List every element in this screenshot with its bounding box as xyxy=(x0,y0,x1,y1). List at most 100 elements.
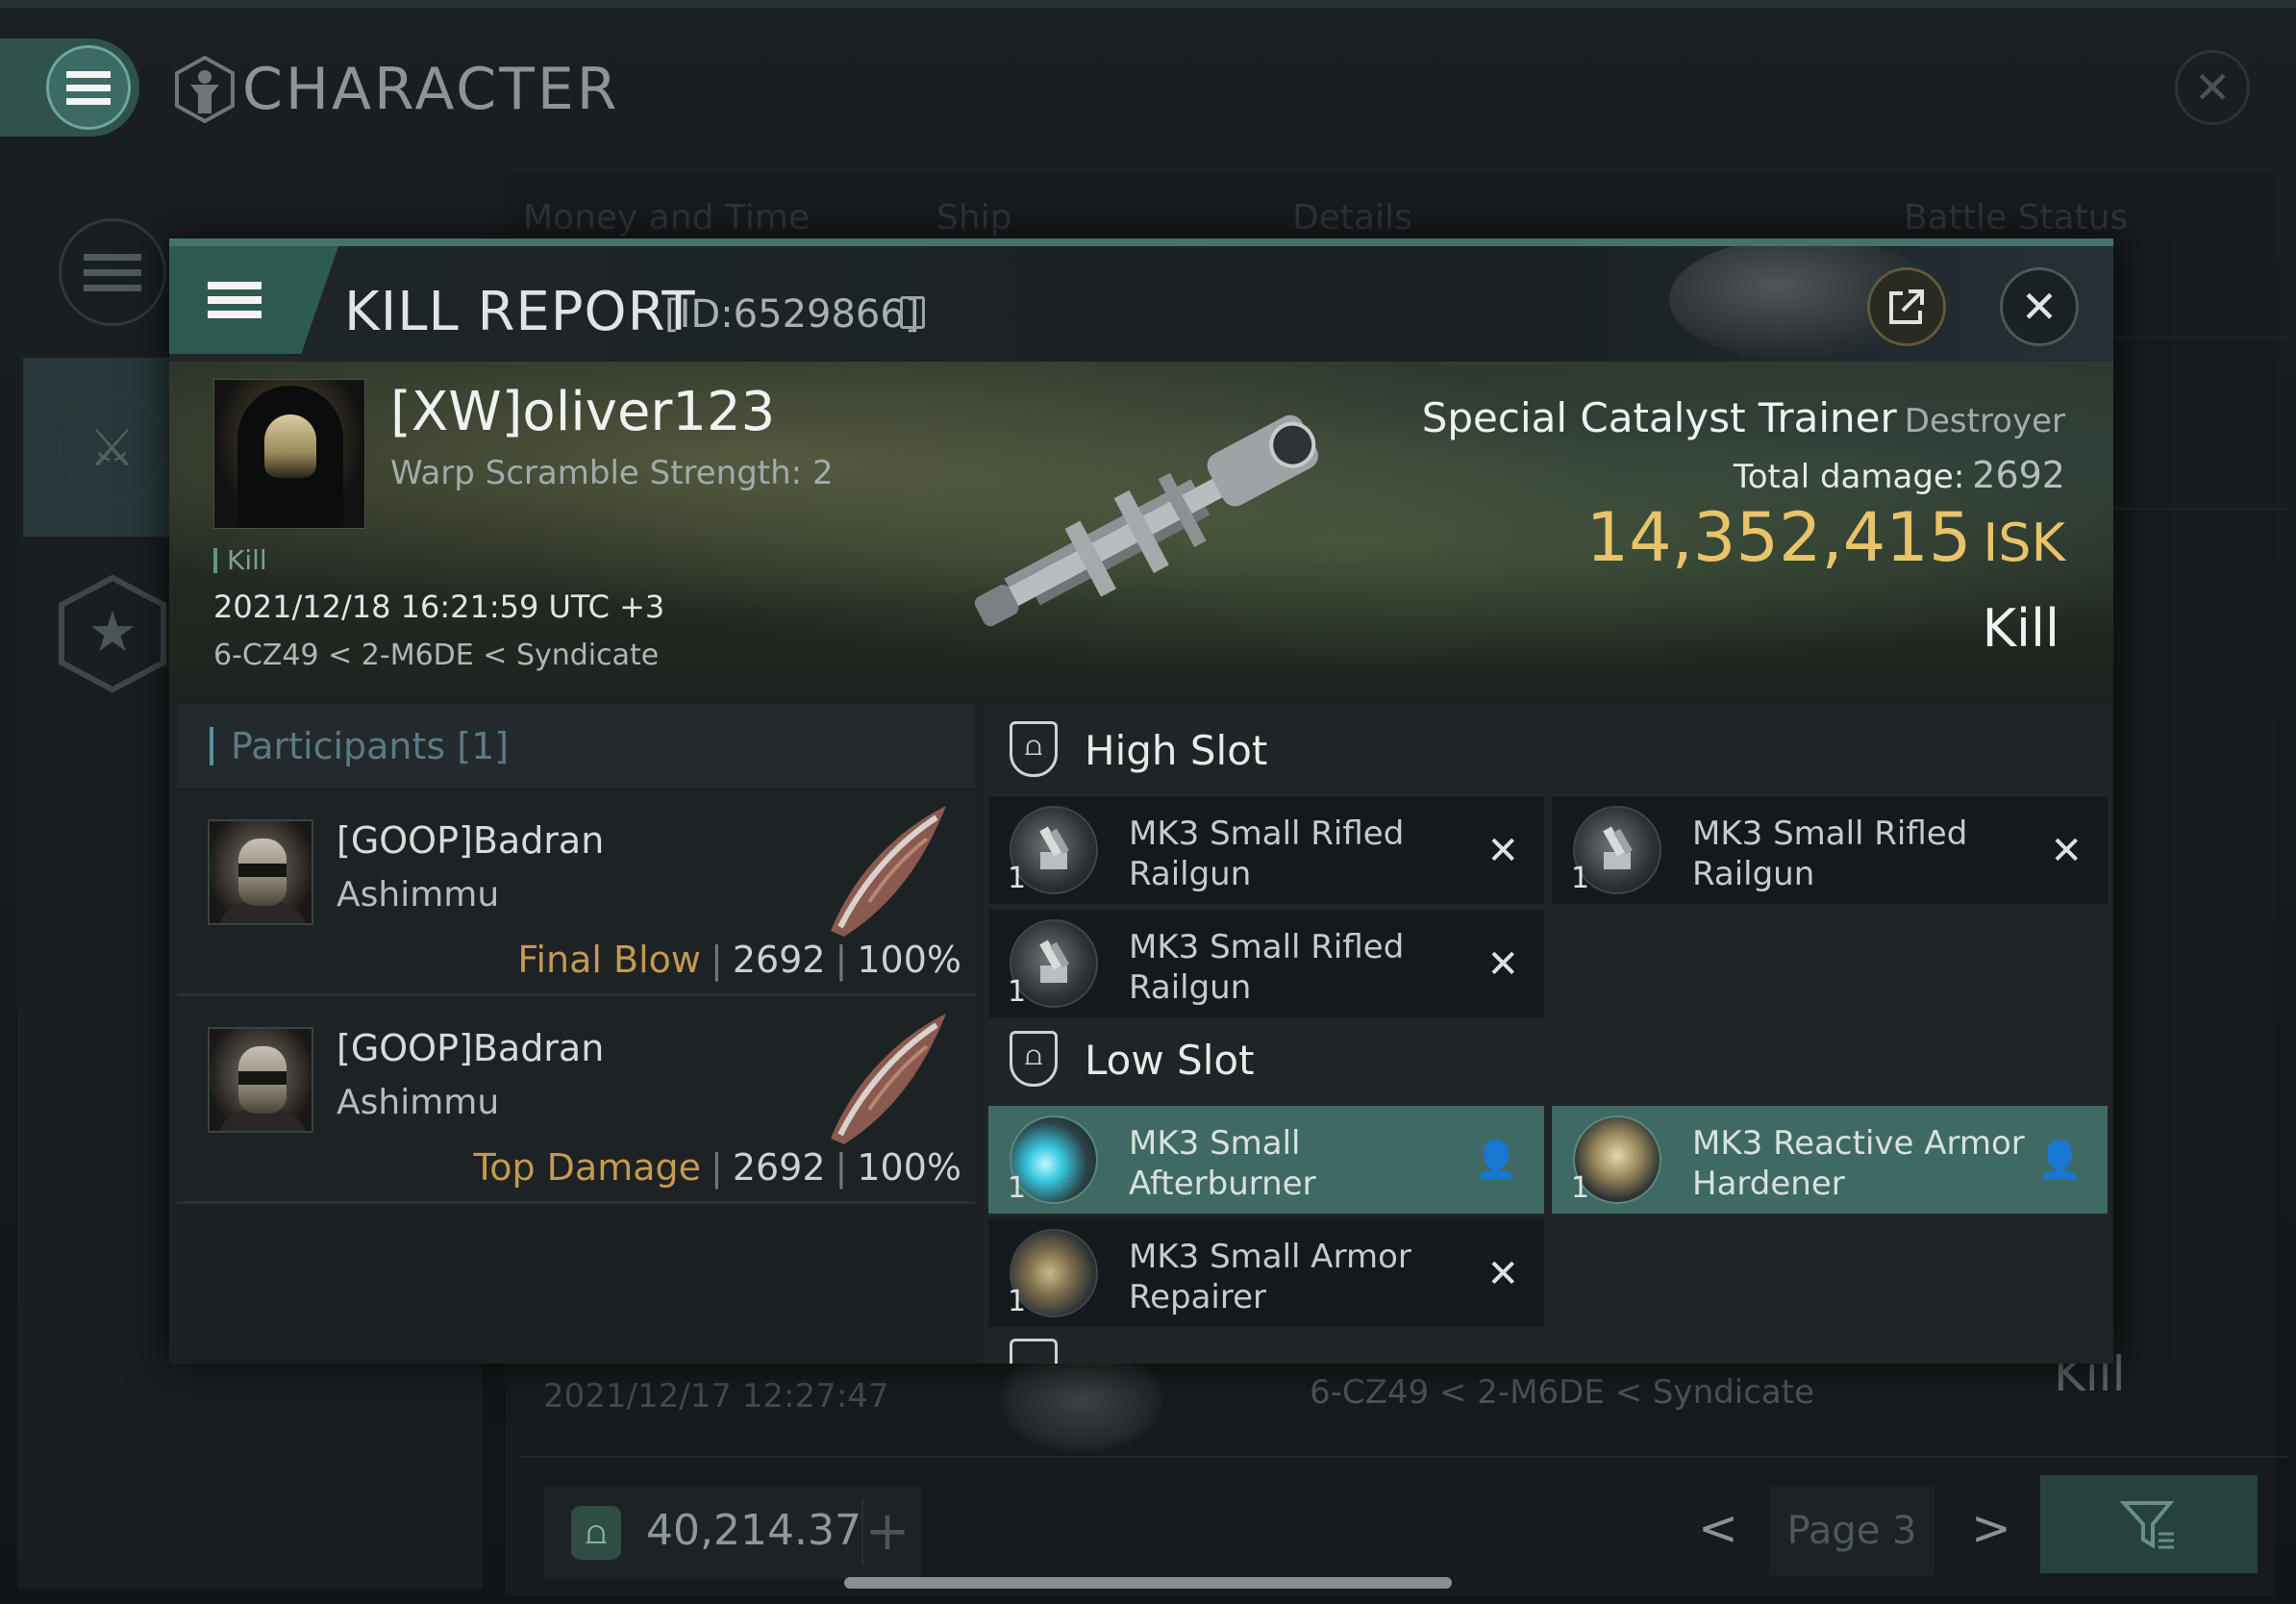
main-menu-button[interactable] xyxy=(0,38,139,137)
victim-ship-name[interactable]: Special Catalyst Trainer Destroyer xyxy=(1422,394,2065,441)
high-slot-label: High Slot xyxy=(1085,727,1268,774)
module-qty: 1 xyxy=(1008,1171,1027,1205)
low-slot-header: ⩍ Low Slot xyxy=(983,1014,2113,1100)
victim-portrait[interactable] xyxy=(213,379,365,529)
victim-ship-image xyxy=(974,414,1319,627)
dialog-close-button[interactable]: ✕ xyxy=(2000,267,2079,346)
header-battle-status[interactable]: Battle Status xyxy=(1904,198,2128,238)
filter-icon xyxy=(2120,1501,2175,1549)
total-damage: Total damage: 2692 xyxy=(1734,454,2065,496)
participant-stats: Top Damage | 2692 | 100% xyxy=(473,1146,961,1189)
close-icon: ✕ xyxy=(2020,281,2059,333)
prev-page-button[interactable]: < xyxy=(1698,1500,1738,1556)
module-item[interactable]: 1 MK3 Reactive Armor Hardener 👤 xyxy=(1552,1106,2108,1214)
participant-row[interactable]: [GOOP]Badran Ashimmu Top Damage | 2692 | 100… xyxy=(177,998,975,1204)
victim-banner: [XW]oliver123 Warp Scramble Strength: 2 … xyxy=(169,362,2113,696)
participant-role: Top Damage xyxy=(473,1146,702,1189)
next-page-button[interactable]: > xyxy=(1971,1500,2011,1556)
module-qty: 1 xyxy=(1571,1171,1590,1205)
module-name: MK3 Small Afterburner xyxy=(1129,1124,1316,1203)
destroyed-icon: ✕ xyxy=(1486,942,1519,987)
participants-title[interactable]: Participants [1] xyxy=(210,727,509,765)
header-money-time[interactable]: Money and Time xyxy=(523,198,810,238)
row-date: 2021/12/17 12:27:47 xyxy=(543,1377,889,1416)
hamburger-icon xyxy=(66,70,111,105)
module-item[interactable]: 1 MK3 Small Afterburner 👤 xyxy=(988,1106,1544,1214)
header-details[interactable]: Details xyxy=(1292,198,1412,238)
star-hexagon-icon: ★ xyxy=(58,574,166,693)
kill-location: 6-CZ49 < 2-M6DE < Syndicate xyxy=(213,639,660,672)
result-label: Kill xyxy=(1982,598,2059,659)
isk-unit: ISK xyxy=(1983,513,2065,573)
high-slot-icon: ⩍ xyxy=(1010,721,1058,777)
module-qty: 1 xyxy=(1008,975,1027,1009)
destroyed-icon: ✕ xyxy=(2050,829,2083,873)
fitting-panel: ⩍ High Slot 1 MK3 Small Rifled Railgun ✕… xyxy=(983,704,2113,1364)
copy-icon[interactable] xyxy=(900,296,925,329)
participant-portrait[interactable] xyxy=(208,819,313,925)
external-link-icon xyxy=(1889,289,1924,324)
warp-scramble-strength: Warp Scramble Strength: 2 xyxy=(390,454,834,492)
module-qty: 1 xyxy=(1008,1285,1027,1318)
svg-text:★: ★ xyxy=(87,599,137,664)
isk-value: 14,352,415 ISK xyxy=(1586,498,2065,577)
report-id: [ID:6529866] xyxy=(664,292,920,337)
participant-role: Final Blow xyxy=(517,939,702,981)
hamburger-icon xyxy=(208,282,262,318)
module-item[interactable]: 1 MK3 Small Armor Repairer ✕ xyxy=(988,1219,1544,1327)
ship-class: Destroyer xyxy=(1904,402,2065,440)
participant-percent: 100% xyxy=(857,1146,961,1189)
victim-name[interactable]: [XW]oliver123 xyxy=(390,381,775,443)
module-name: MK3 Small Armor Repairer xyxy=(1129,1238,1411,1316)
wallet-bar: ⩍ 40,214.37 + xyxy=(544,1487,921,1579)
row-location: 6-CZ49 < 2-M6DE < Syndicate xyxy=(1310,1373,1814,1412)
module-item[interactable]: 1 MK3 Small Rifled Railgun ✕ xyxy=(988,910,1544,1017)
dialog-menu-button[interactable] xyxy=(169,246,338,354)
mid-slot-header-partial xyxy=(983,1333,2113,1364)
list-icon xyxy=(83,253,141,291)
destroyed-icon: ✕ xyxy=(1486,829,1519,873)
module-name: MK3 Small Rifled Railgun xyxy=(1129,928,1405,1007)
module-name: MK3 Reactive Armor Hardener xyxy=(1692,1124,2025,1203)
ship-name-text: Special Catalyst Trainer xyxy=(1421,394,1897,441)
home-indicator[interactable] xyxy=(844,1577,1452,1589)
module-qty: 1 xyxy=(1571,862,1590,895)
add-funds-button[interactable]: + xyxy=(861,1498,911,1566)
railgun-icon xyxy=(1603,826,1633,869)
participant-ship-image xyxy=(831,806,946,937)
dropped-person-icon: 👤 xyxy=(1473,1139,1519,1181)
participants-header: Participants [1] xyxy=(177,704,975,789)
low-slot-label: Low Slot xyxy=(1085,1037,1255,1084)
destroyed-icon: ✕ xyxy=(1486,1252,1519,1296)
share-button[interactable] xyxy=(1867,267,1946,346)
module-item[interactable]: 1 MK3 Small Rifled Railgun ✕ xyxy=(1552,796,2108,904)
kill-datetime: 2021/12/18 16:21:59 UTC +3 xyxy=(213,589,665,625)
participant-damage: 2692 xyxy=(732,1146,826,1189)
close-icon: ✕ xyxy=(2193,62,2232,113)
module-item[interactable]: 1 MK3 Small Rifled Railgun ✕ xyxy=(988,796,1544,904)
railgun-icon xyxy=(1039,826,1069,869)
high-slot-header: ⩍ High Slot xyxy=(983,704,2113,790)
character-emblem-icon xyxy=(175,56,235,123)
module-qty: 1 xyxy=(1008,862,1027,895)
participant-row[interactable]: [GOOP]Badran Ashimmu Final Blow | 2692 | 100… xyxy=(177,790,975,996)
top-edge xyxy=(0,0,2296,8)
participant-stats: Final Blow | 2692 | 100% xyxy=(517,939,961,981)
module-name: MK3 Small Rifled Railgun xyxy=(1692,815,1968,893)
participant-portrait[interactable] xyxy=(208,1027,313,1133)
filter-button[interactable] xyxy=(2040,1475,2258,1573)
window-close-button[interactable]: ✕ xyxy=(2175,50,2250,125)
dialog-title: KILL REPORT xyxy=(344,281,696,343)
total-damage-label: Total damage: xyxy=(1733,458,1965,496)
participant-ship-image xyxy=(831,1014,946,1144)
window-title: CHARACTER xyxy=(242,56,620,123)
isk-amount: 14,352,415 xyxy=(1585,498,1972,577)
kill-tag: Kill xyxy=(213,547,267,574)
header-ship[interactable]: Ship xyxy=(936,198,1012,238)
module-name: MK3 Small Rifled Railgun xyxy=(1129,815,1405,893)
kill-report-dialog: KILL REPORT [ID:6529866] ✕ [XW]oliver123… xyxy=(169,238,2113,1364)
participants-panel: Participants [1] [GOOP]Badran Ashimmu Fi… xyxy=(177,704,975,1364)
isk-icon: ⩍ xyxy=(571,1506,621,1560)
participant-name: [GOOP]Badran xyxy=(337,1027,605,1069)
low-slot-icon: ⩍ xyxy=(1010,1031,1058,1087)
